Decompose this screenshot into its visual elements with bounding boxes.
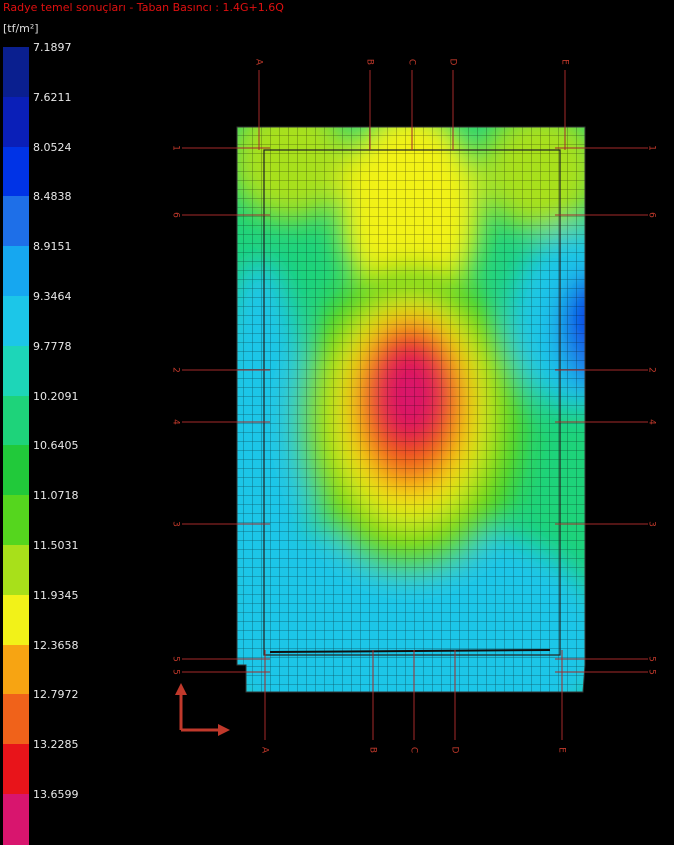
axis-label: 5 bbox=[171, 669, 181, 675]
axis-label: 6 bbox=[647, 212, 657, 218]
axis-label: 2 bbox=[647, 367, 657, 373]
axis-label: 5 bbox=[171, 656, 181, 662]
legend-swatch bbox=[3, 794, 29, 845]
axis-label: 6 bbox=[171, 212, 181, 218]
axis-label: 3 bbox=[171, 521, 181, 527]
axis-label: 5 bbox=[647, 656, 657, 662]
axis-label: A bbox=[254, 59, 264, 66]
axis-orientation-icon bbox=[175, 683, 230, 736]
axis-label: 2 bbox=[171, 367, 181, 373]
axis-label: E bbox=[557, 747, 567, 753]
axis-label: B bbox=[368, 747, 378, 753]
axis-label: 4 bbox=[647, 419, 657, 425]
axis-label: E bbox=[560, 59, 570, 65]
axis-label: 3 bbox=[647, 521, 657, 527]
pressure-contour-fill bbox=[237, 127, 585, 692]
axis-label: C bbox=[407, 59, 417, 65]
axis-label: D bbox=[450, 747, 460, 754]
axis-label: 4 bbox=[171, 419, 181, 425]
axis-label: 5 bbox=[647, 669, 657, 675]
axis-label: A bbox=[260, 747, 270, 754]
foundation-contour-plot[interactable]: A B C D E A B C D E 1 1 6 6 2 2 4 4 3 3 5 5 5 5 bbox=[0, 0, 674, 800]
axis-label: 1 bbox=[647, 145, 657, 151]
axis-label: 1 bbox=[171, 145, 181, 151]
axis-label: D bbox=[448, 59, 458, 66]
axis-label: C bbox=[409, 747, 419, 753]
axis-label: B bbox=[365, 59, 375, 65]
